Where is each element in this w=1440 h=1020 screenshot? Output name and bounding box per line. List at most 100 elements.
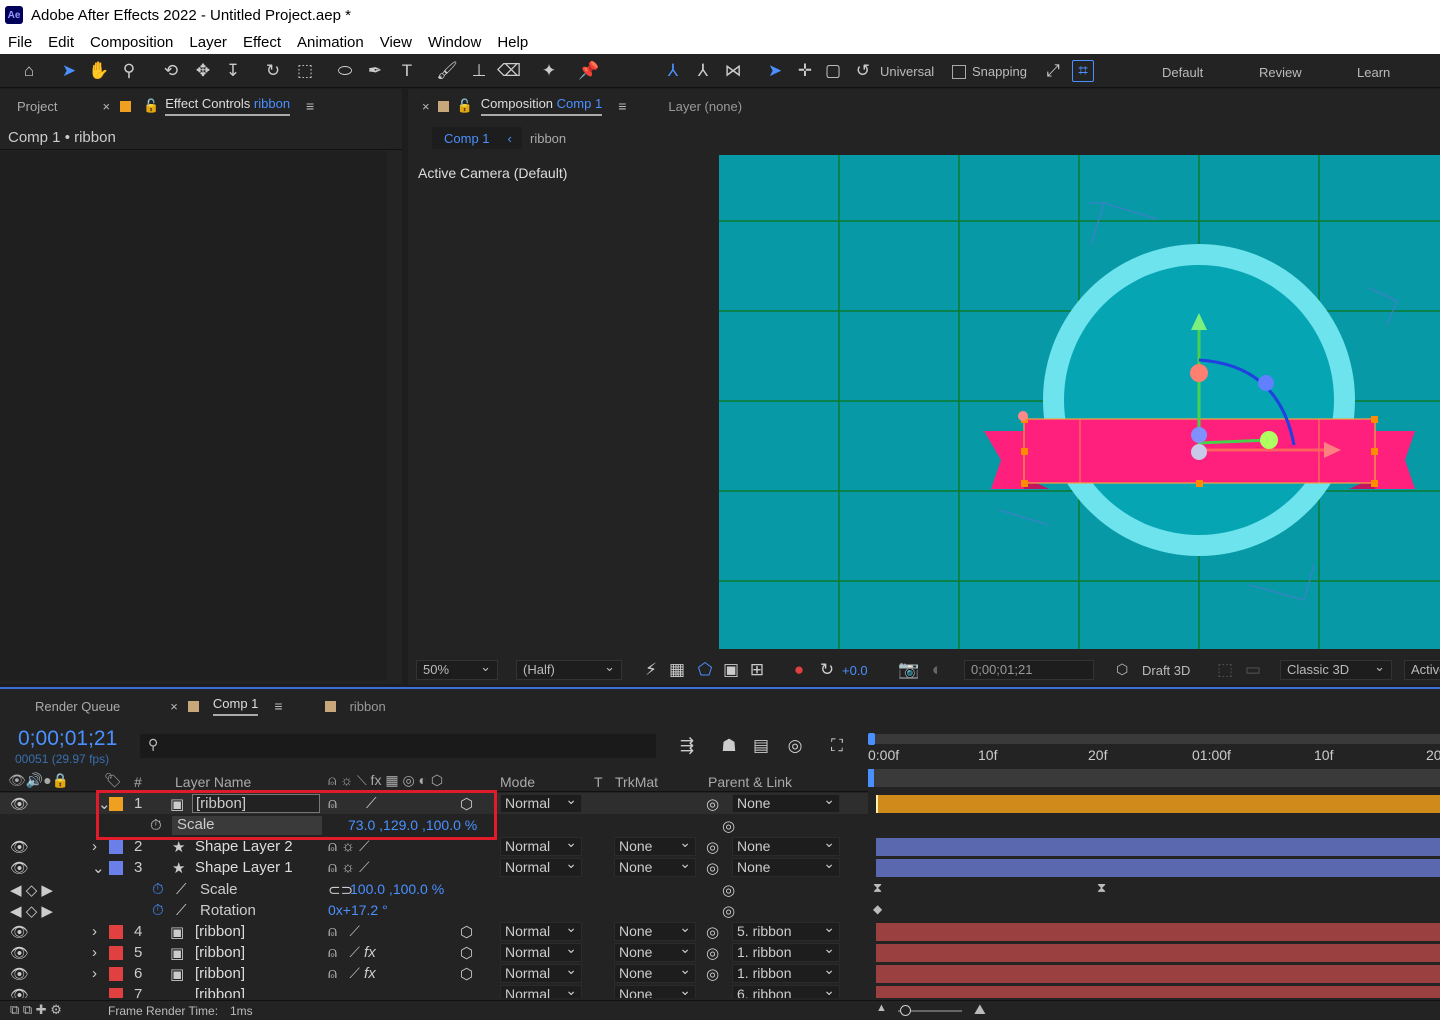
mode-dropdown[interactable]: Normal (500, 791, 582, 813)
parent-dropdown[interactable]: None (732, 791, 840, 813)
label-column-icon[interactable]: 🏷 (104, 772, 122, 789)
local-axis-icon[interactable]: ⅄ (662, 60, 684, 82)
snap-target-icon[interactable]: ⌗ (1072, 60, 1094, 82)
region-of-interest-icon[interactable]: ▣ (720, 659, 742, 681)
menu-icon[interactable]: ≡ (618, 98, 626, 114)
eraser-tool-icon[interactable]: ⌫ (497, 60, 521, 82)
footer-toggles-icon[interactable]: ⧉ ⧉ ✚ ⚙ (10, 1002, 62, 1018)
extended-viewer-icon[interactable]: ⬚ (1214, 659, 1236, 681)
3d-layer-icon[interactable]: ⬡ (460, 944, 473, 962)
snapping-label[interactable]: Snapping (972, 64, 1027, 79)
motion-blur-icon[interactable]: ◎ (784, 735, 806, 757)
stopwatch-icon[interactable]: ⏱ (152, 902, 164, 919)
universal-select-icon[interactable]: ➤ (764, 60, 786, 82)
tab-sub-comp[interactable]: Comp 1 ‹ (432, 127, 522, 149)
layer-name[interactable]: [ribbon] (195, 986, 245, 998)
zoom-in-icon[interactable]: ⛰ (974, 1001, 986, 1018)
pan-camera-icon[interactable]: ✥ (192, 60, 214, 82)
clone-stamp-icon[interactable]: ⊥ (468, 60, 490, 82)
rotation-tool-icon[interactable]: ↻ (262, 60, 284, 82)
pickwhip-icon[interactable]: ◎ (706, 838, 719, 856)
layer-bar-4[interactable] (876, 923, 1440, 941)
orbit-camera-icon[interactable]: ⟲ (160, 60, 182, 82)
move-gizmo-icon[interactable]: ✛ (794, 60, 816, 82)
layer-row-3[interactable]: 👁 ⌄ 3 ★ Shape Layer 1 ⍝ ☼ ⟋ Normal None … (0, 855, 868, 878)
home-icon[interactable]: ⌂ (18, 60, 40, 82)
tab-timeline-comp[interactable]: Comp 1 (212, 696, 259, 716)
trkmat-dropdown[interactable]: None (614, 984, 696, 998)
graph-icon[interactable]: ⟋ (176, 881, 187, 898)
visibility-icon[interactable]: 👁 (10, 923, 29, 941)
world-axis-icon[interactable]: ⅄ (692, 60, 714, 82)
mode-dropdown[interactable]: Normal (500, 940, 582, 962)
layer-name[interactable]: [ribbon] (195, 923, 245, 940)
lock-icon[interactable]: 🔓 (457, 98, 473, 114)
pickwhip-icon[interactable]: ◎ (706, 923, 719, 941)
av-features-icon[interactable]: 👁🔊●🔒 (8, 772, 69, 789)
parent-dropdown[interactable]: 6. ribbon (732, 984, 840, 998)
layer-bar-5[interactable] (876, 944, 1440, 962)
workspace-learn[interactable]: Learn (1357, 65, 1390, 80)
work-area-bar[interactable] (868, 734, 1440, 744)
keyframe-icon[interactable]: ⧗ (873, 880, 882, 896)
trkmat-dropdown[interactable]: None (614, 855, 696, 877)
menu-effect[interactable]: Effect (235, 34, 289, 51)
label-color[interactable] (109, 988, 123, 998)
lock-icon[interactable]: 🔓 (143, 98, 159, 114)
layer-bar-7[interactable] (876, 986, 1440, 998)
label-color[interactable] (109, 861, 123, 875)
pickwhip-icon[interactable]: ◎ (706, 965, 719, 983)
roto-brush-icon[interactable]: ✦ (538, 60, 560, 82)
time-navigator[interactable] (868, 769, 1440, 787)
snap-options-icon[interactable]: ⤢ (1042, 60, 1064, 82)
mode-dropdown[interactable]: Normal (500, 919, 582, 941)
layer-row-6[interactable]: 👁 › 6 ▣ [ribbon] ⍝ ⟋ fx ⬡ Normal None ◎ … (0, 961, 868, 984)
work-area-start[interactable] (868, 733, 875, 745)
puppet-pin-icon[interactable]: 📌 (578, 60, 600, 82)
exposure-value[interactable]: +0.0 (842, 663, 868, 678)
menu-window[interactable]: Window (420, 34, 489, 51)
mode-dropdown[interactable]: Normal (500, 984, 582, 998)
tab-effect-controls[interactable]: Effect Controls ribbon (165, 96, 291, 116)
layer-row-7[interactable]: 👁 7 [ribbon] Normal None 6. ribbon (0, 984, 868, 998)
snapping-checkbox[interactable] (952, 65, 966, 79)
parent-dropdown[interactable]: 5. ribbon (732, 919, 840, 941)
parent-dropdown[interactable]: None (732, 834, 840, 856)
keyframe-nav-icon[interactable]: ◀ ◇ ▶ (10, 902, 53, 920)
scale-value[interactable]: 100.0 ,100.0 % (350, 881, 444, 897)
visibility-icon[interactable]: 👁 (10, 859, 29, 877)
menu-help[interactable]: Help (489, 34, 536, 51)
workspace-review[interactable]: Review (1259, 65, 1302, 80)
layer-row-5[interactable]: 👁 › 5 ▣ [ribbon] ⍝ ⟋ fx ⬡ Normal None ◎ … (0, 940, 868, 963)
resolution-dropdown[interactable]: (Half) ⌄ (516, 659, 622, 680)
pen-tool-icon[interactable]: ✒ (364, 60, 386, 82)
shy-layers-icon[interactable]: ☗ (718, 735, 740, 757)
timeline-timecode[interactable]: 0;00;01;21 (18, 727, 117, 751)
search-input[interactable]: ⚲ (140, 734, 656, 758)
pickwhip-icon[interactable]: ◎ (706, 944, 719, 962)
stopwatch-icon[interactable]: ⏱ (152, 881, 164, 898)
menu-icon[interactable]: ≡ (274, 698, 282, 714)
zoom-slider-handle[interactable] (900, 1005, 911, 1016)
fast-previews-icon[interactable]: ⚡ (640, 659, 662, 681)
visibility-icon[interactable]: 👁 (10, 795, 29, 813)
draft3d-label[interactable]: Draft 3D (1142, 663, 1190, 678)
expression-icon[interactable]: ◎ (722, 902, 735, 920)
layer-name[interactable]: [ribbon] (195, 965, 245, 982)
layer-name[interactable]: [ribbon] (195, 944, 245, 961)
current-time-display[interactable]: 0;00;01;21 (964, 660, 1094, 680)
label-color[interactable] (109, 967, 123, 981)
rotate-gizmo-icon[interactable]: ↺ (852, 60, 874, 82)
layer-bar-1[interactable] (876, 795, 1440, 813)
type-tool-icon[interactable]: T (396, 60, 418, 82)
zoom-out-icon[interactable]: ▲ (876, 1002, 887, 1014)
visibility-icon[interactable]: 👁 (10, 944, 29, 962)
rotation-value[interactable]: 0x+17.2 ° (328, 902, 388, 918)
show-snapshot-icon[interactable]: ◐ (926, 659, 948, 681)
tab-project[interactable]: Project (17, 99, 57, 114)
tab-layer[interactable]: Layer (none) (668, 99, 742, 114)
trkmat-dropdown[interactable]: None (614, 961, 696, 983)
brush-tool-icon[interactable]: 🖌 (436, 60, 458, 82)
keyframe-nav-icon[interactable]: ◀ ◇ ▶ (10, 881, 53, 899)
pan-behind-icon[interactable]: ⬚ (294, 60, 316, 82)
